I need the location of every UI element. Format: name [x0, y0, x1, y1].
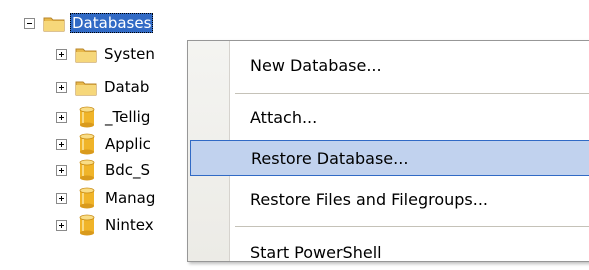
expand-icon[interactable]	[56, 219, 67, 231]
menu-item-label: Attach...	[250, 107, 318, 127]
tree-node-label[interactable]: _Tellig	[103, 107, 152, 127]
menu-separator	[235, 93, 589, 94]
tree-node[interactable]: Manag	[56, 185, 157, 211]
menu-item-attach[interactable]: Attach...	[190, 99, 589, 135]
folder-icon	[75, 48, 97, 62]
database-icon	[79, 187, 95, 209]
menu-separator	[235, 226, 589, 227]
expand-icon[interactable]	[56, 164, 67, 176]
menu-item-restore-database[interactable]: Restore Database...	[190, 140, 589, 176]
menu-item-label: Restore Files and Filegroups...	[250, 189, 489, 209]
menu-item-new-database[interactable]: New Database...	[190, 47, 589, 83]
tree-node[interactable]: Nintex	[56, 212, 156, 238]
tree-node[interactable]: Systen	[56, 41, 157, 67]
menu-item-label: Restore Database...	[251, 148, 409, 168]
database-icon	[79, 214, 95, 236]
expand-icon[interactable]	[56, 192, 67, 204]
menu-item-start-powershell[interactable]: Start PowerShell	[190, 234, 589, 270]
menu-item-label: Start PowerShell	[250, 242, 382, 262]
tree-node-label[interactable]: Manag	[103, 188, 157, 208]
tree-node-label[interactable]: Applic	[103, 134, 153, 154]
menu-item-restore-files-and-filegroups[interactable]: Restore Files and Filegroups...	[190, 181, 589, 217]
expand-icon[interactable]	[56, 138, 67, 150]
tree-node-label[interactable]: Bdc_S	[103, 160, 152, 180]
tree-node-label[interactable]: Systen	[102, 44, 157, 64]
tree-node-label[interactable]: Nintex	[103, 215, 156, 235]
tree-node-label[interactable]: Datab	[102, 77, 151, 97]
folder-icon	[75, 81, 97, 95]
folder-icon	[43, 17, 65, 31]
database-icon	[79, 133, 95, 155]
tree-node[interactable]: Datab	[56, 74, 151, 100]
menu-item-label: New Database...	[250, 55, 382, 75]
database-icon	[79, 159, 95, 181]
tree-node-label[interactable]: Databases	[70, 13, 154, 33]
tree-node[interactable]: Applic	[56, 131, 153, 157]
tree-node[interactable]: Bdc_S	[56, 157, 152, 183]
collapse-icon[interactable]	[24, 17, 35, 29]
expand-icon[interactable]	[56, 111, 67, 123]
database-icon	[79, 106, 95, 128]
expand-icon[interactable]	[56, 81, 67, 93]
tree-node-databases[interactable]: Databases	[24, 10, 154, 36]
tree-node[interactable]: _Tellig	[56, 104, 152, 130]
expand-icon[interactable]	[56, 48, 67, 60]
context-menu: New Database... Attach... Restore Databa…	[187, 40, 589, 262]
